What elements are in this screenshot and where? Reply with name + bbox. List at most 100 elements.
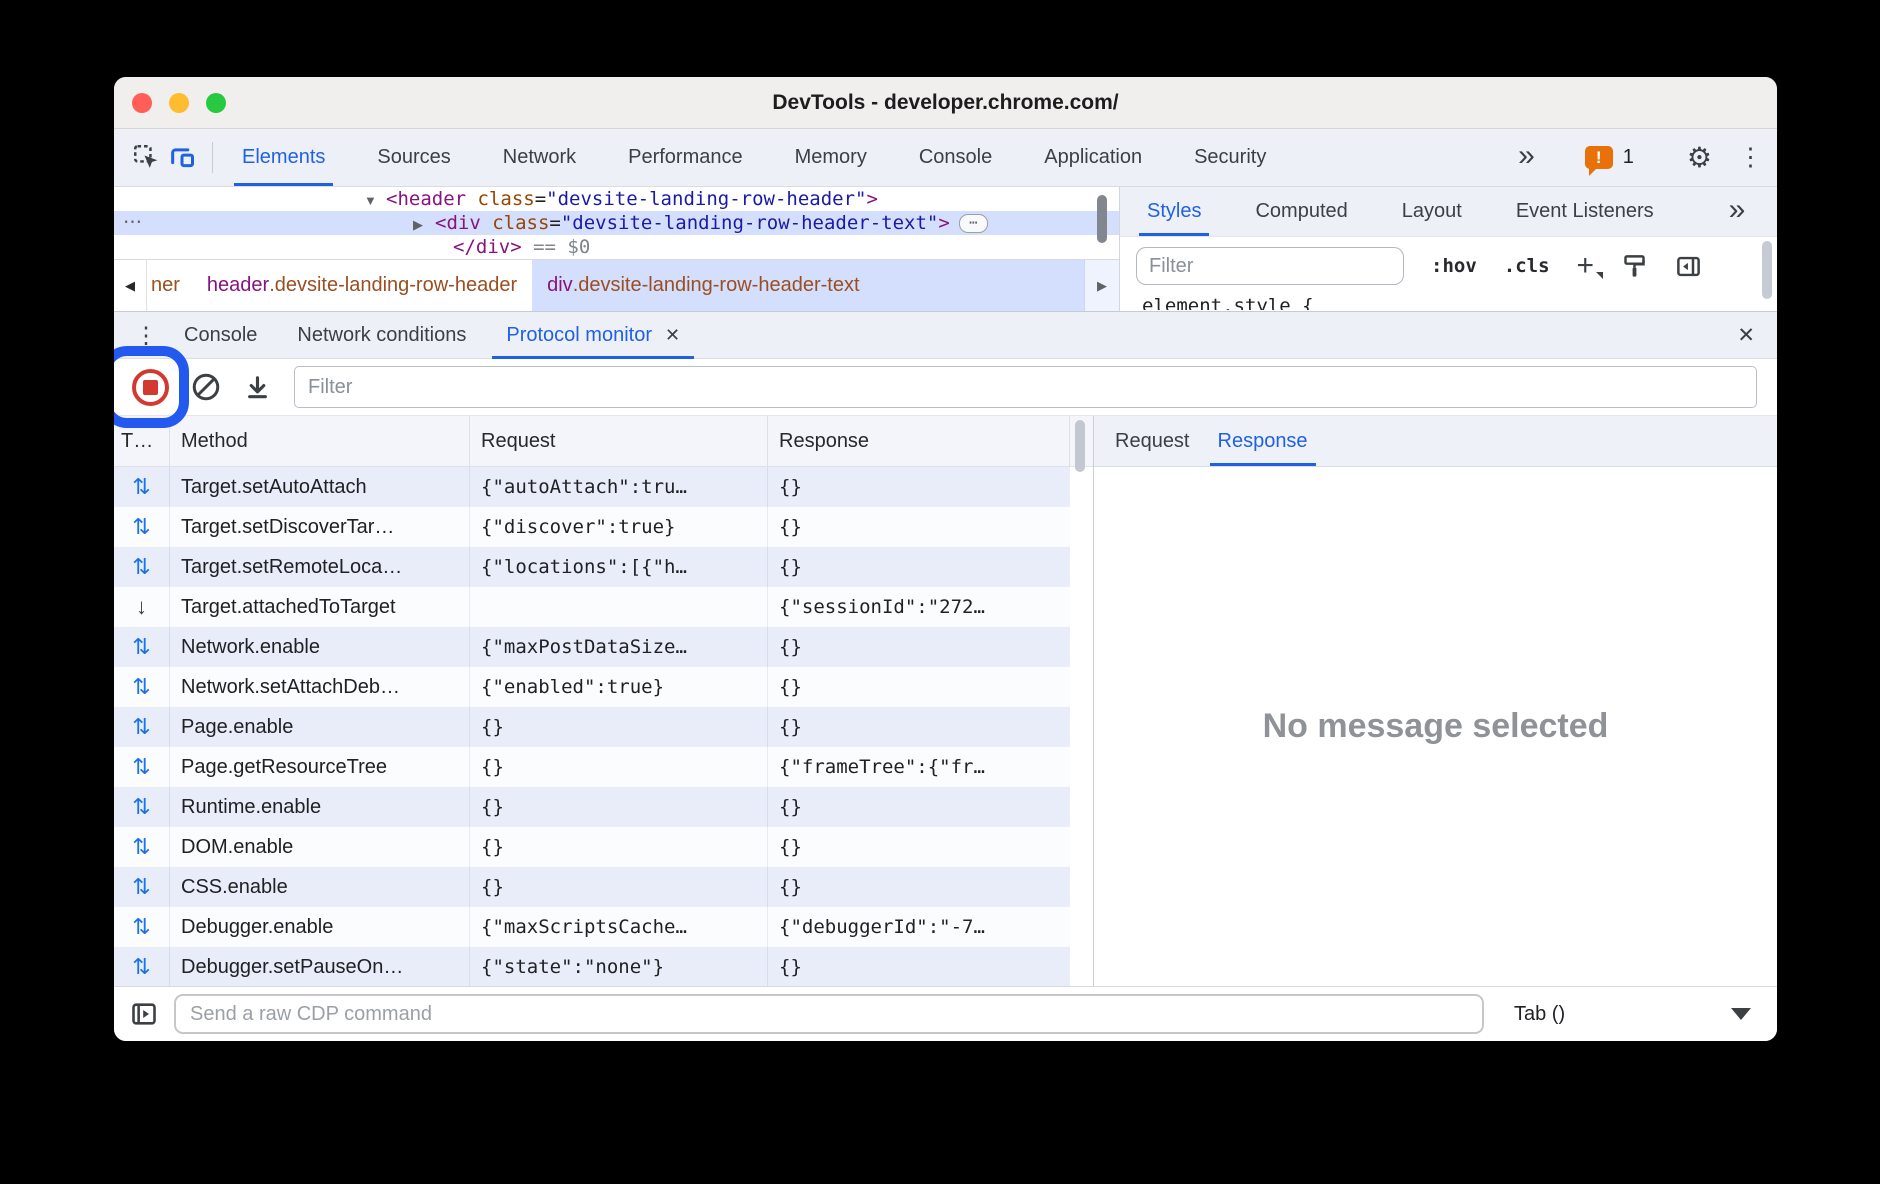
code-token: "devsite-landing-row-header" xyxy=(546,188,866,210)
styles-filter-input[interactable] xyxy=(1136,247,1404,285)
drawer-tab-strip: ⋮ Console Network conditions Protocol moni… xyxy=(114,311,1777,359)
line-overflow-ellipsis-icon[interactable]: ⋯ xyxy=(123,211,144,235)
dom-scrollbar-thumb[interactable] xyxy=(1097,195,1107,243)
main-menu-kebab-icon[interactable]: ⋮ xyxy=(1738,145,1763,170)
minimize-window-button[interactable] xyxy=(169,93,189,113)
toggle-pseudo-classes-button[interactable]: :hov xyxy=(1431,255,1477,277)
clear-all-icon[interactable] xyxy=(191,372,221,402)
sent-received-icon: ⇅ xyxy=(132,516,150,538)
column-header-response[interactable]: Response xyxy=(768,416,1070,466)
save-download-icon[interactable] xyxy=(243,373,272,402)
target-dropdown-caret-icon[interactable] xyxy=(1731,1008,1751,1020)
styles-tab-computed[interactable]: Computed xyxy=(1250,187,1352,236)
zoom-window-button[interactable] xyxy=(206,93,226,113)
breadcrumb-item-clipped[interactable]: ner xyxy=(147,260,192,311)
code-line[interactable]: ▼<header class="devsite-landing-row-head… xyxy=(114,187,1119,211)
toggle-sidebar-icon[interactable] xyxy=(1675,253,1702,280)
tab-performance[interactable]: Performance xyxy=(623,129,748,186)
drawer-tab-label: Network conditions xyxy=(297,324,466,347)
breadcrumb-item-selected[interactable]: div.devsite-landing-row-header-text xyxy=(532,260,874,311)
drawer-tab-protocol-monitor[interactable]: Protocol monitor✕ xyxy=(486,312,700,358)
detail-tab-request[interactable]: Request xyxy=(1110,416,1195,466)
inspect-element-icon[interactable] xyxy=(128,140,164,176)
code-token: <div xyxy=(435,212,481,234)
raw-cdp-command-input[interactable] xyxy=(174,994,1484,1034)
table-row[interactable]: ⇅Page.enable{}{} xyxy=(114,707,1070,747)
close-protocol-monitor-icon[interactable]: ✕ xyxy=(665,325,680,346)
device-toolbar-icon[interactable] xyxy=(164,140,200,176)
protocol-filter-input[interactable] xyxy=(294,366,1757,408)
dom-breadcrumbs: ◀ ner header.devsite-landing-row-header … xyxy=(114,259,1119,311)
table-row[interactable]: ⇅Runtime.enable{}{} xyxy=(114,787,1070,827)
breadcrumb-scroll-right-icon[interactable]: ▶ xyxy=(1084,260,1119,311)
column-header-type[interactable]: T… xyxy=(114,416,170,466)
sent-received-icon: ⇅ xyxy=(132,836,150,858)
drawer-menu-kebab-icon[interactable]: ⋮ xyxy=(128,312,164,358)
code-line[interactable]: </div> == $0 xyxy=(114,235,1119,259)
table-row[interactable]: ⇅Debugger.setPauseOn…{"state":"none"}{} xyxy=(114,947,1070,986)
issues-counter[interactable]: ! 1 xyxy=(1585,146,1634,169)
expand-inline-icon[interactable]: ⋯ xyxy=(959,214,988,233)
table-row[interactable]: ⇅Debugger.enable{"maxScriptsCache…{"debu… xyxy=(114,907,1070,947)
dom-tree-pane: ▼<header class="devsite-landing-row-head… xyxy=(114,187,1120,311)
drawer-tab-network-conditions[interactable]: Network conditions xyxy=(277,312,486,358)
code-token: class xyxy=(466,188,535,210)
table-row[interactable]: ⇅DOM.enable{}{} xyxy=(114,827,1070,867)
sent-received-icon: ⇅ xyxy=(132,916,150,938)
column-header-request[interactable]: Request xyxy=(470,416,768,466)
table-row[interactable]: ⇅Target.setRemoteLoca…{"locations":[{"h…… xyxy=(114,547,1070,587)
toggle-element-classes-button[interactable]: .cls xyxy=(1504,255,1550,277)
tab-security[interactable]: Security xyxy=(1189,129,1271,186)
code-token: == $0 xyxy=(522,236,591,258)
close-window-button[interactable] xyxy=(132,93,152,113)
detail-tab-response[interactable]: Response xyxy=(1213,416,1313,466)
table-row[interactable]: ⇅Network.enable{"maxPostDataSize…{} xyxy=(114,627,1070,667)
close-drawer-icon[interactable]: ✕ xyxy=(1737,323,1763,348)
tab-sources[interactable]: Sources xyxy=(372,129,455,186)
method-cell: DOM.enable xyxy=(170,827,470,867)
table-row[interactable]: ⇅Target.setDiscoverTar…{"discover":true}… xyxy=(114,507,1070,547)
issue-bubble-icon: ! xyxy=(1585,146,1613,169)
breadcrumb-scroll-left-icon[interactable]: ◀ xyxy=(114,260,147,311)
breadcrumb-class: .devsite-landing-row-header xyxy=(269,274,517,297)
styles-scrollbar-thumb[interactable] xyxy=(1762,241,1772,299)
breadcrumb-tag: header xyxy=(207,274,269,297)
record-button[interactable] xyxy=(132,369,169,406)
received-icon: ↓ xyxy=(136,596,147,618)
column-header-method[interactable]: Method xyxy=(170,416,470,466)
breadcrumb-item-header[interactable]: header.devsite-landing-row-header xyxy=(192,260,532,311)
tab-memory[interactable]: Memory xyxy=(790,129,872,186)
drawer-tab-console[interactable]: Console xyxy=(164,312,277,358)
settings-gear-icon[interactable]: ⚙ xyxy=(1687,144,1712,172)
more-styles-tabs-icon[interactable]: » xyxy=(1729,187,1746,236)
code-token: "devsite-landing-row-header-text" xyxy=(561,212,939,234)
styles-tab-styles[interactable]: Styles xyxy=(1142,187,1206,236)
twisty-icon[interactable]: ▶ xyxy=(413,213,435,237)
tab-elements[interactable]: Elements xyxy=(237,129,330,186)
table-row[interactable]: ⇅CSS.enable{}{} xyxy=(114,867,1070,907)
expand-editor-icon[interactable] xyxy=(130,1000,158,1028)
tab-console[interactable]: Console xyxy=(914,129,997,186)
target-selector[interactable]: Tab () xyxy=(1514,1003,1565,1026)
method-cell: Target.attachedToTarget xyxy=(170,587,470,627)
tab-application[interactable]: Application xyxy=(1039,129,1147,186)
rendering-emulation-icon[interactable] xyxy=(1621,253,1648,280)
protocol-monitor-toolbar xyxy=(114,359,1777,416)
twisty-icon[interactable]: ▼ xyxy=(364,189,386,213)
grid-scrollbar-thumb[interactable] xyxy=(1075,420,1085,472)
styles-tab-layout[interactable]: Layout xyxy=(1397,187,1467,236)
response-cell: {"frameTree":{"fr… xyxy=(768,747,1070,787)
code-line[interactable]: ⋯▶<div class="devsite-landing-row-header… xyxy=(114,211,1119,235)
styles-tab-event-listeners[interactable]: Event Listeners xyxy=(1511,187,1659,236)
response-cell: {} xyxy=(768,827,1070,867)
method-cell: Target.setRemoteLoca… xyxy=(170,547,470,587)
table-row[interactable]: ⇅Target.setAutoAttach{"autoAttach":tru…{… xyxy=(114,467,1070,507)
table-row[interactable]: ↓Target.attachedToTarget{"sessionId":"27… xyxy=(114,587,1070,627)
more-panels-icon[interactable]: » xyxy=(1518,141,1535,175)
new-style-rule-icon[interactable]: + xyxy=(1577,254,1595,278)
breadcrumb-filler xyxy=(875,260,1085,311)
table-row[interactable]: ⇅Network.setAttachDeb…{"enabled":true}{} xyxy=(114,667,1070,707)
table-row[interactable]: ⇅Page.getResourceTree{}{"frameTree":{"fr… xyxy=(114,747,1070,787)
tab-network[interactable]: Network xyxy=(498,129,581,186)
toolbar-right-group: » ! 1 ⚙ ⋮ xyxy=(1518,129,1763,186)
